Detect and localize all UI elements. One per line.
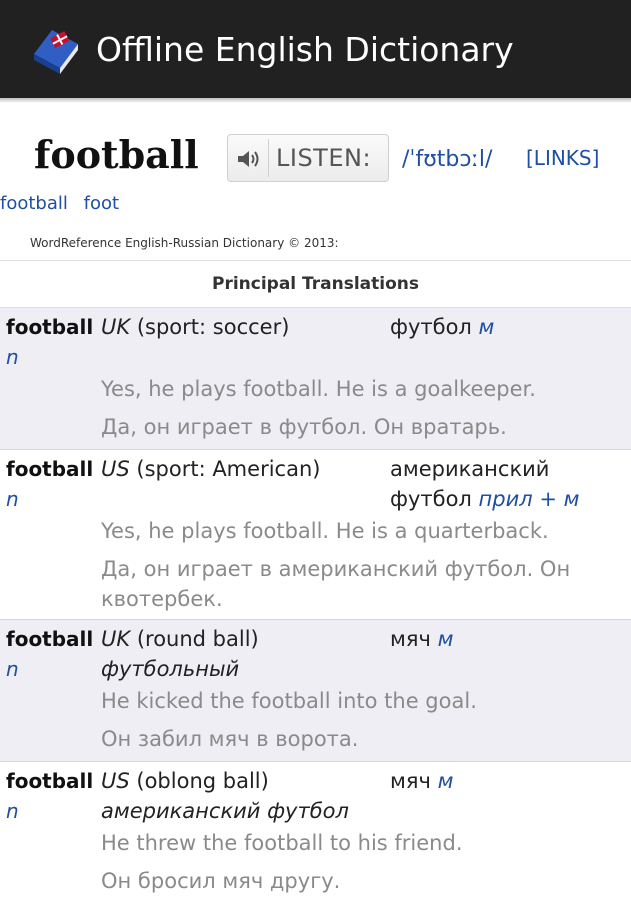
sense-extra: футбольный [101, 657, 240, 681]
part-of-speech: n [6, 487, 19, 511]
related-link-football[interactable]: football [0, 193, 68, 214]
sense-cell: UK (sport: soccer) [101, 312, 381, 342]
entry-word: football n [6, 454, 98, 514]
links-link[interactable]: [LINKS] [526, 143, 599, 173]
translation-text: мяч [390, 769, 431, 793]
gender-label: м [437, 627, 454, 651]
translation-row: football n US (sport: American) американ… [0, 450, 631, 620]
entry-word-text: football [6, 315, 94, 339]
example-english: Yes, he plays football. He is a quarterb… [101, 519, 549, 543]
listen-divider [268, 139, 269, 177]
dictionary-book-icon[interactable] [30, 24, 82, 76]
example-english: Yes, he plays football. He is a goalkeep… [101, 377, 536, 401]
copyright-text: WordReference English-Russian Dictionary… [30, 236, 339, 250]
listen-button[interactable]: LISTEN: [227, 134, 389, 182]
gender-label: м [437, 769, 454, 793]
translation-row: football n UK (round ball) футбольный мя… [0, 620, 631, 762]
translation-cell: мяч м [390, 624, 620, 654]
translation-text: футбол [390, 315, 472, 339]
part-of-speech: n [6, 799, 19, 823]
sense-text: (sport: soccer) [136, 315, 290, 339]
sense-extra: американский футбол [101, 799, 349, 823]
translation-cell: футбол м [390, 312, 620, 342]
region-label: UK [101, 315, 131, 339]
region-label: US [101, 457, 130, 481]
part-of-speech: n [6, 345, 19, 369]
sense-text: (oblong ball) [136, 769, 269, 793]
app-bar: Offline English Dictionary [0, 0, 631, 98]
speaker-icon [238, 151, 259, 167]
translation-cell: американский футбол прил + м [390, 454, 620, 514]
listen-label: LISTEN: [276, 144, 372, 172]
translations-table: Principal Translations football n UK (sp… [0, 260, 631, 902]
sense-cell: US (sport: American) [101, 454, 381, 484]
example-russian: Он забил мяч в ворота. [101, 727, 359, 751]
region-label: US [101, 769, 130, 793]
gender-label: прил + м [478, 487, 580, 511]
pronunciation-link[interactable]: /ˈfʊtbɔːl/ [402, 145, 492, 175]
part-of-speech: n [6, 657, 19, 681]
example-english: He kicked the football into the goal. [101, 689, 477, 713]
headword: football [34, 132, 199, 177]
entry-word: football n [6, 312, 98, 372]
related-link-foot[interactable]: foot [84, 193, 119, 214]
translation-row: football n US (oblong ball) американский… [0, 762, 631, 902]
sense-text: (round ball) [136, 627, 259, 651]
entry-word: football n [6, 766, 98, 826]
entry-word: football n [6, 624, 98, 684]
example-russian: Да, он играет в футбол. Он вратарь. [101, 415, 507, 439]
section-header: Principal Translations [0, 260, 631, 308]
sense-text: (sport: American) [136, 457, 321, 481]
translation-row: football n UK (sport: soccer) футбол м Y… [0, 308, 631, 450]
example-russian: Да, он играет в американский футбол. Он … [101, 557, 571, 611]
entry-word-text: football [6, 627, 94, 651]
app-title: Offline English Dictionary [96, 30, 514, 69]
app-bar-shadow [0, 98, 631, 103]
example-english: He threw the football to his friend. [101, 831, 463, 855]
sense-cell: US (oblong ball) американский футбол [101, 766, 381, 826]
translation-cell: мяч м [390, 766, 620, 796]
related-words: football foot [0, 192, 129, 216]
example-russian: Он бросил мяч другу. [101, 869, 341, 893]
entry-word-text: football [6, 457, 94, 481]
sense-cell: UK (round ball) футбольный [101, 624, 381, 684]
entry-word-text: football [6, 769, 94, 793]
region-label: UK [101, 627, 131, 651]
translation-text: мяч [390, 627, 431, 651]
gender-label: м [478, 315, 495, 339]
